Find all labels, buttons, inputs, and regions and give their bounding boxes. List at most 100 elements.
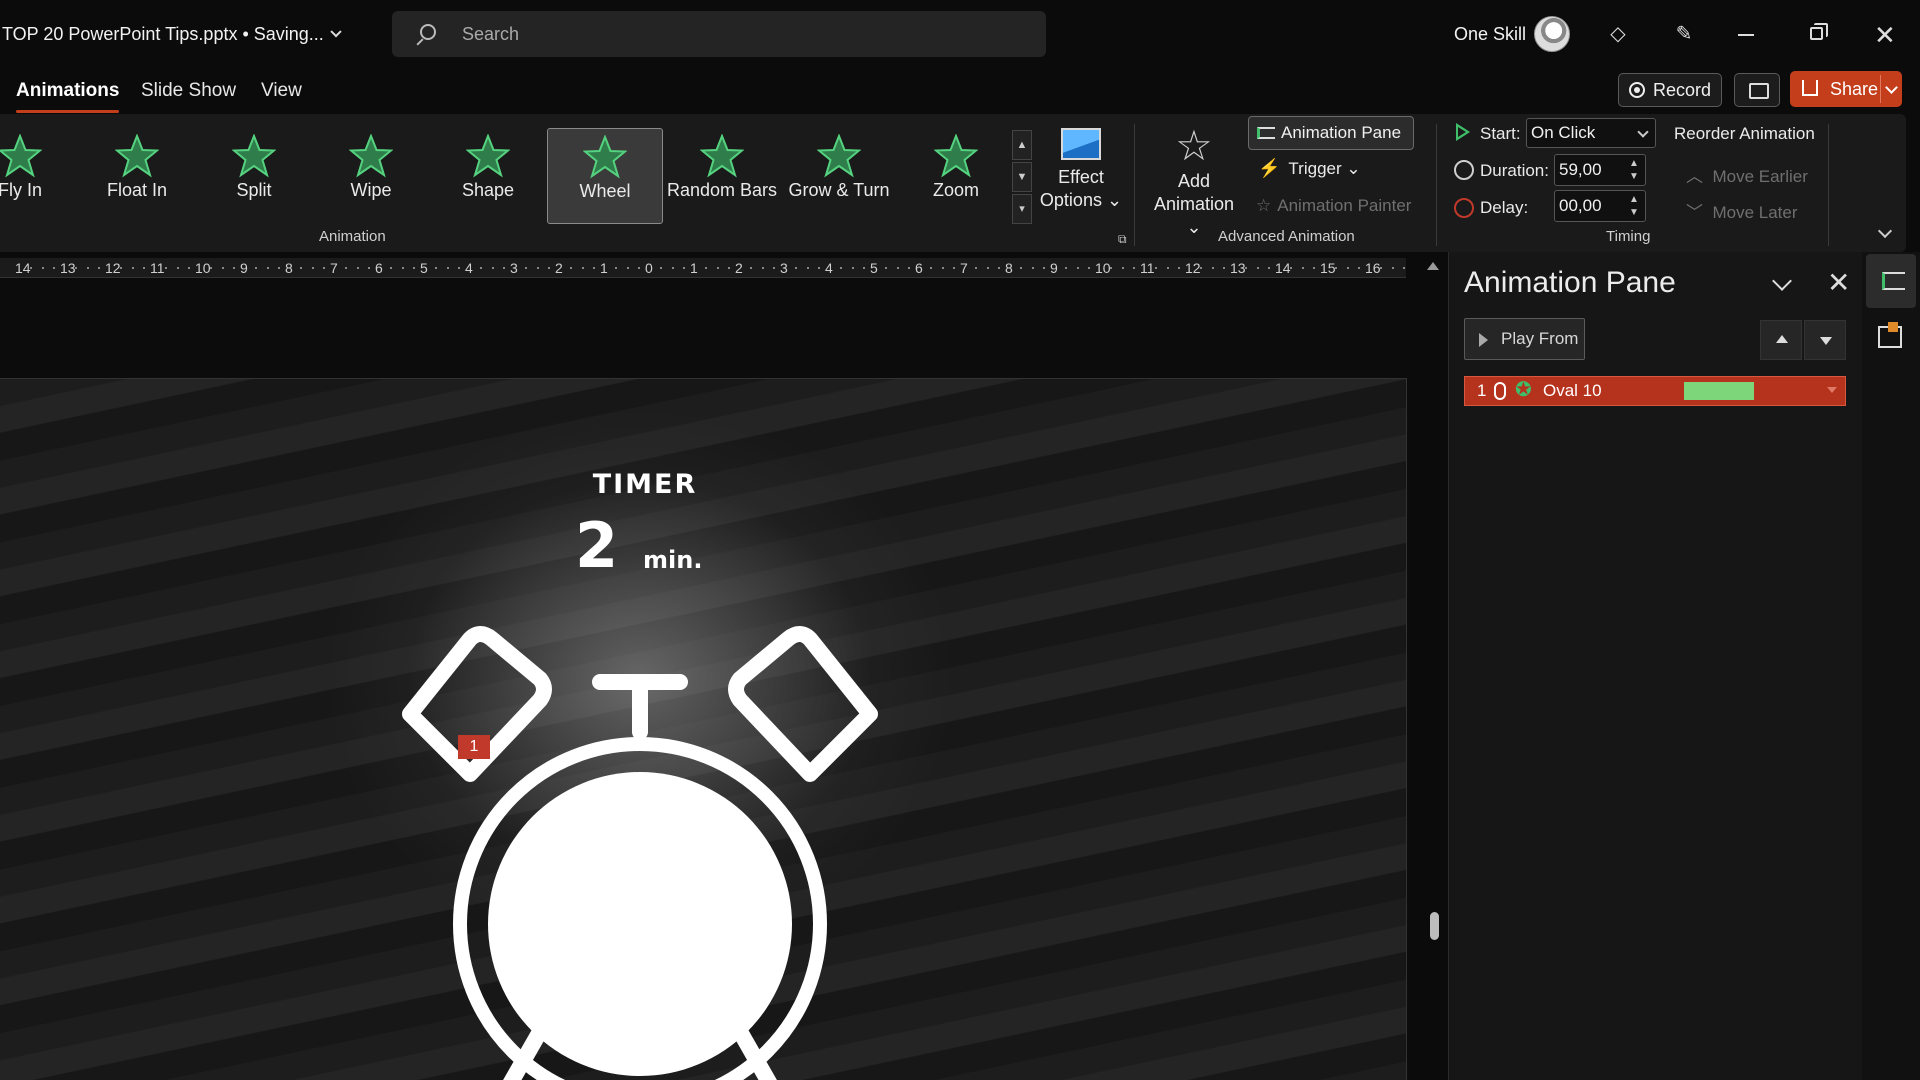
vertical-scrollbar[interactable]	[1428, 280, 1440, 1080]
timer-value[interactable]: 2	[575, 509, 618, 582]
effect-wheel[interactable]: Wheel	[547, 128, 663, 224]
move-up-button[interactable]	[1760, 320, 1802, 360]
delay-clock-icon	[1454, 198, 1474, 218]
ruler-minor-tick	[390, 267, 393, 269]
format-shape-icon[interactable]	[1878, 322, 1902, 348]
close-icon[interactable]: ✕	[1874, 20, 1896, 51]
ruler-tick: 0	[645, 260, 653, 276]
animation-pane-button[interactable]: Animation Pane	[1248, 116, 1414, 150]
add-animation-label-1: Add	[1177, 171, 1211, 191]
effect-grow-turn[interactable]: Grow & Turn	[781, 128, 897, 224]
close-pane-icon[interactable]: ✕	[1827, 266, 1850, 299]
delay-stepper[interactable]: ▲ ▼	[1627, 193, 1641, 219]
effect-options-button[interactable]: Effect Options ⌄	[1038, 124, 1124, 212]
effect-star-icon	[583, 135, 627, 179]
record-icon	[1629, 82, 1645, 98]
ruler-minor-tick	[851, 267, 854, 269]
animation-list-item[interactable]: 1 ✪ Oval 10	[1464, 376, 1846, 406]
effect-label: Fly In	[0, 180, 42, 200]
ruler-minor-tick	[266, 267, 269, 269]
ruler-tick: 15	[1320, 260, 1336, 276]
animation-group-label: Animation	[319, 228, 386, 245]
duration-input[interactable]: 59,00 ▲ ▼	[1554, 154, 1646, 186]
timeline-bar[interactable]	[1684, 382, 1754, 400]
ruler-minor-tick	[322, 267, 325, 269]
ruler-minor-tick	[772, 267, 775, 269]
ruler-minor-tick	[1132, 267, 1135, 269]
effect-split[interactable]: Split	[196, 128, 312, 224]
effect-star-icon	[466, 134, 510, 178]
duration-label: Duration:	[1480, 161, 1549, 180]
effect-options-icon	[1061, 128, 1101, 160]
gallery-more-icon[interactable]: ▾	[1012, 194, 1032, 224]
minimize-icon[interactable]	[1738, 34, 1754, 36]
alarm-clock-icon[interactable]	[380, 604, 900, 1080]
play-from-button[interactable]: Play From	[1464, 318, 1585, 360]
timer-unit[interactable]: min.	[643, 546, 702, 574]
trigger-button[interactable]: ⚡ Trigger ⌄	[1258, 158, 1361, 179]
ruler-minor-tick	[52, 267, 55, 269]
collapse-ribbon-icon[interactable]	[1877, 223, 1893, 239]
ruler-minor-tick	[952, 267, 955, 269]
effect-shape[interactable]: Shape	[430, 128, 546, 224]
chevron-down-icon: ﹀	[1686, 203, 1703, 222]
animation-painter-button[interactable]: ☆ Animation Painter	[1256, 196, 1411, 216]
slide[interactable]: TIMER 2 min. 1	[0, 378, 1407, 1080]
document-title-text: TOP 20 PowerPoint Tips.pptx • Saving...	[2, 24, 324, 44]
scroll-up-icon[interactable]	[1427, 262, 1439, 270]
duration-value: 59,00	[1559, 160, 1602, 179]
arrow-down-icon	[1820, 337, 1832, 345]
move-down-button[interactable]	[1804, 320, 1846, 360]
pen-icon[interactable]: ✎	[1672, 22, 1696, 46]
ruler-tick: 11	[1140, 260, 1155, 276]
gallery-up-icon[interactable]: ▲	[1012, 130, 1032, 160]
animation-order-tag[interactable]: 1	[458, 735, 490, 759]
chevron-down-icon[interactable]	[1772, 271, 1792, 291]
play-icon	[1479, 333, 1488, 347]
tab-view[interactable]: View	[261, 80, 302, 102]
effect-wipe[interactable]: Wipe	[313, 128, 429, 224]
ruler-minor-tick	[806, 267, 809, 269]
scrollbar-thumb[interactable]	[1430, 912, 1439, 940]
effect-fly-in[interactable]: Fly In	[0, 128, 78, 224]
ruler-tick: 4	[825, 260, 833, 276]
document-title[interactable]: TOP 20 PowerPoint Tips.pptx • Saving...	[2, 24, 342, 45]
timer-title[interactable]: TIMER	[545, 469, 745, 500]
duration-stepper[interactable]: ▲ ▼	[1627, 157, 1641, 183]
ruler-minor-tick	[345, 267, 348, 269]
move-earlier-button[interactable]: ︿ Move Earlier	[1686, 162, 1808, 187]
start-select[interactable]: On Click	[1526, 118, 1656, 148]
add-animation-button[interactable]: ☆ Add Animation ⌄	[1144, 122, 1244, 239]
animation-pane-toggle[interactable]	[1866, 254, 1916, 308]
ruler-minor-tick	[750, 267, 753, 269]
tab-slide-show[interactable]: Slide Show	[141, 80, 236, 102]
ruler-minor-tick	[817, 267, 820, 269]
ruler-minor-tick	[682, 267, 685, 269]
tab-animations[interactable]: Animations	[16, 80, 120, 113]
restore-icon[interactable]	[1810, 23, 1828, 40]
record-button[interactable]: Record	[1618, 73, 1722, 107]
item-dropdown-icon[interactable]	[1827, 387, 1837, 393]
effect-options-label-1: Effect	[1058, 167, 1104, 187]
ruler-minor-tick	[716, 267, 719, 269]
clock-face[interactable]	[488, 772, 792, 1076]
ruler-minor-tick	[795, 267, 798, 269]
ruler-tick: 5	[420, 260, 428, 276]
effect-zoom[interactable]: Zoom	[898, 128, 1014, 224]
diamond-icon[interactable]: ◇	[1606, 22, 1630, 46]
dialog-launcher-icon[interactable]: ⧉	[1118, 232, 1127, 247]
avatar[interactable]	[1534, 16, 1570, 52]
effect-label: Wheel	[579, 181, 631, 201]
gallery-down-icon[interactable]: ▼	[1012, 162, 1032, 192]
share-dropdown-icon[interactable]	[1880, 75, 1902, 103]
search-box[interactable]: Search	[392, 11, 1046, 57]
effect-label: Float In	[106, 180, 168, 200]
share-button[interactable]: Share	[1790, 71, 1902, 107]
user-name[interactable]: One Skill	[1454, 24, 1526, 45]
effect-float-in[interactable]: Float In	[79, 128, 195, 224]
comments-button[interactable]	[1734, 73, 1780, 107]
delay-input[interactable]: 00,00 ▲ ▼	[1554, 190, 1646, 222]
delay-value: 00,00	[1559, 196, 1602, 215]
effect-random-bars[interactable]: Random Bars	[664, 128, 780, 224]
move-later-button[interactable]: ﹀ Move Later	[1686, 198, 1798, 223]
